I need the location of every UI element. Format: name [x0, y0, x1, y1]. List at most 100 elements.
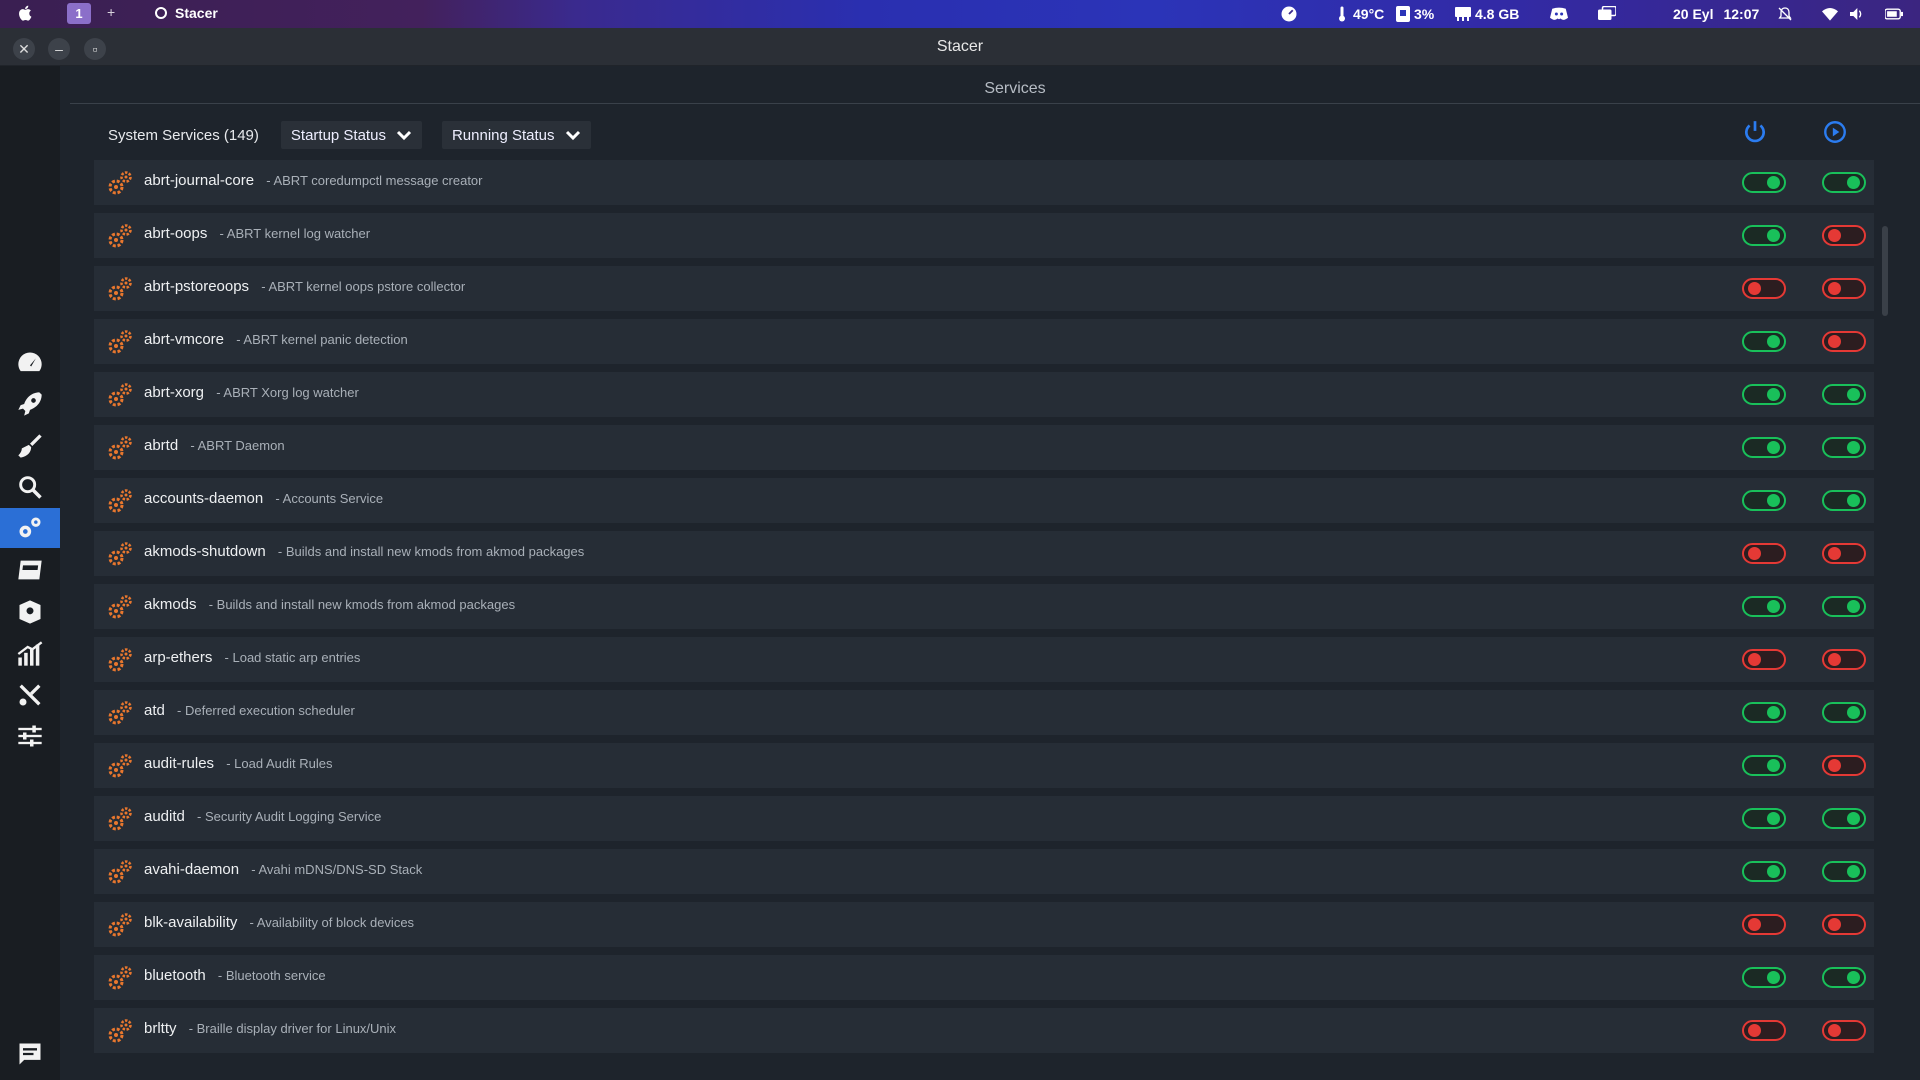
startup-toggle[interactable]: [1742, 437, 1786, 458]
startup-toggle[interactable]: [1742, 914, 1786, 935]
service-row[interactable]: avahi-daemon - Avahi mDNS/DNS-SD Stack: [94, 849, 1874, 894]
service-row[interactable]: bluetooth - Bluetooth service: [94, 955, 1874, 1000]
running-toggle[interactable]: [1822, 1020, 1866, 1041]
service-gears-icon: [108, 595, 132, 619]
service-name: avahi-daemon - Avahi mDNS/DNS-SD Stack: [144, 861, 422, 878]
running-toggle[interactable]: [1822, 755, 1866, 776]
startup-toggle[interactable]: [1742, 1020, 1786, 1041]
startup-toggle[interactable]: [1742, 649, 1786, 670]
scrollbar[interactable]: [1882, 226, 1888, 316]
service-name: audit-rules - Load Audit Rules: [144, 755, 332, 772]
toggle-knob: [1847, 441, 1860, 454]
sidebar-item-feedback[interactable]: [0, 1034, 60, 1074]
sidebar-item-system-cleaner[interactable]: [0, 426, 60, 466]
service-row[interactable]: akmods-shutdown - Builds and install new…: [94, 531, 1874, 576]
running-toggle[interactable]: [1822, 331, 1866, 352]
startup-toggle[interactable]: [1742, 702, 1786, 723]
service-row[interactable]: arp-ethers - Load static arp entries: [94, 637, 1874, 682]
service-name: arp-ethers - Load static arp entries: [144, 649, 360, 666]
service-gears-icon: [108, 224, 132, 248]
sidebar-item-search[interactable]: [0, 467, 60, 507]
running-toggle[interactable]: [1822, 278, 1866, 299]
battery-icon[interactable]: [1885, 0, 1903, 28]
service-row[interactable]: atd - Deferred execution scheduler: [94, 690, 1874, 735]
service-name-text: abrtd: [144, 437, 179, 454]
service-name: auditd - Security Audit Logging Service: [144, 808, 381, 825]
sidebar-item-dashboard[interactable]: [0, 343, 60, 383]
service-row[interactable]: brltty - Braille display driver for Linu…: [94, 1008, 1874, 1053]
sidebar-item-helpers[interactable]: [0, 675, 60, 715]
service-gears-icon: [108, 1019, 132, 1043]
service-name-text: accounts-daemon: [144, 490, 264, 507]
service-row[interactable]: accounts-daemon - Accounts Service: [94, 478, 1874, 523]
sidebar-item-services[interactable]: [0, 508, 60, 548]
service-gears-icon: [108, 754, 132, 778]
running-toggle[interactable]: [1822, 543, 1866, 564]
sidebar-item-settings[interactable]: [0, 716, 60, 756]
service-name-text: atd: [144, 702, 165, 719]
clock[interactable]: 20 Eyl 12:07: [1673, 0, 1759, 28]
service-row[interactable]: audit-rules - Load Audit Rules: [94, 743, 1874, 788]
service-gears-icon: [108, 966, 132, 990]
service-row[interactable]: auditd - Security Audit Logging Service: [94, 796, 1874, 841]
running-toggle[interactable]: [1822, 914, 1866, 935]
service-name-text: auditd: [144, 808, 185, 825]
startup-toggle[interactable]: [1742, 384, 1786, 405]
add-workspace-icon[interactable]: +: [107, 4, 115, 20]
service-row[interactable]: abrt-pstoreoops - ABRT kernel oops pstor…: [94, 266, 1874, 311]
running-toggle[interactable]: [1822, 702, 1866, 723]
running-status-dropdown[interactable]: Running Status: [441, 121, 591, 149]
volume-icon[interactable]: [1850, 0, 1866, 28]
running-toggle[interactable]: [1822, 384, 1866, 405]
sidebar-item-statistics[interactable]: [0, 634, 60, 674]
startup-toggle[interactable]: [1742, 225, 1786, 246]
running-toggle[interactable]: [1822, 437, 1866, 458]
running-toggle[interactable]: [1822, 808, 1866, 829]
memory-indicator[interactable]: 4.8 GB: [1455, 0, 1519, 28]
service-row[interactable]: abrtd - ABRT Daemon: [94, 425, 1874, 470]
service-gears-icon: [108, 171, 132, 195]
running-toggle[interactable]: [1822, 861, 1866, 882]
cpu-indicator[interactable]: 3%: [1396, 0, 1434, 28]
startup-toggle[interactable]: [1742, 490, 1786, 511]
discord-tray-icon[interactable]: [1550, 0, 1568, 28]
apple-menu-icon[interactable]: [17, 4, 35, 22]
service-row[interactable]: abrt-vmcore - ABRT kernel panic detectio…: [94, 319, 1874, 364]
active-app-indicator[interactable]: Stacer: [155, 5, 218, 21]
title-divider: [70, 103, 1920, 104]
startup-status-dropdown[interactable]: Startup Status: [280, 121, 422, 149]
running-toggle[interactable]: [1822, 172, 1866, 193]
sidebar-item-uninstaller[interactable]: [0, 550, 60, 590]
sidebar-item-startup-apps[interactable]: [0, 384, 60, 424]
toggle-knob: [1748, 1024, 1761, 1037]
service-gears-icon: [108, 489, 132, 513]
running-toggle[interactable]: [1822, 596, 1866, 617]
startup-toggle[interactable]: [1742, 967, 1786, 988]
stacer-tray-icon[interactable]: [1280, 0, 1298, 28]
startup-toggle[interactable]: [1742, 543, 1786, 564]
running-toggle[interactable]: [1822, 967, 1866, 988]
sidebar-item-resources[interactable]: [0, 592, 60, 632]
startup-toggle[interactable]: [1742, 172, 1786, 193]
window-switcher-tray-icon[interactable]: [1598, 0, 1616, 28]
service-row[interactable]: akmods - Builds and install new kmods fr…: [94, 584, 1874, 629]
startup-toggle[interactable]: [1742, 755, 1786, 776]
running-toggle[interactable]: [1822, 225, 1866, 246]
startup-toggle[interactable]: [1742, 861, 1786, 882]
wifi-icon[interactable]: [1822, 0, 1838, 28]
startup-toggle[interactable]: [1742, 278, 1786, 299]
service-description: - ABRT Xorg log watcher: [216, 385, 359, 400]
notifications-muted-icon[interactable]: [1777, 0, 1793, 28]
running-toggle[interactable]: [1822, 490, 1866, 511]
service-row[interactable]: abrt-xorg - ABRT Xorg log watcher: [94, 372, 1874, 417]
startup-toggle[interactable]: [1742, 331, 1786, 352]
toggle-knob: [1767, 759, 1780, 772]
running-toggle[interactable]: [1822, 649, 1866, 670]
service-row[interactable]: abrt-journal-core - ABRT coredumpctl mes…: [94, 160, 1874, 205]
workspace-indicator[interactable]: 1: [67, 3, 91, 24]
startup-toggle[interactable]: [1742, 596, 1786, 617]
temperature-indicator[interactable]: 49°C: [1335, 0, 1384, 28]
startup-toggle[interactable]: [1742, 808, 1786, 829]
service-row[interactable]: abrt-oops - ABRT kernel log watcher: [94, 213, 1874, 258]
service-row[interactable]: blk-availability - Availability of block…: [94, 902, 1874, 947]
